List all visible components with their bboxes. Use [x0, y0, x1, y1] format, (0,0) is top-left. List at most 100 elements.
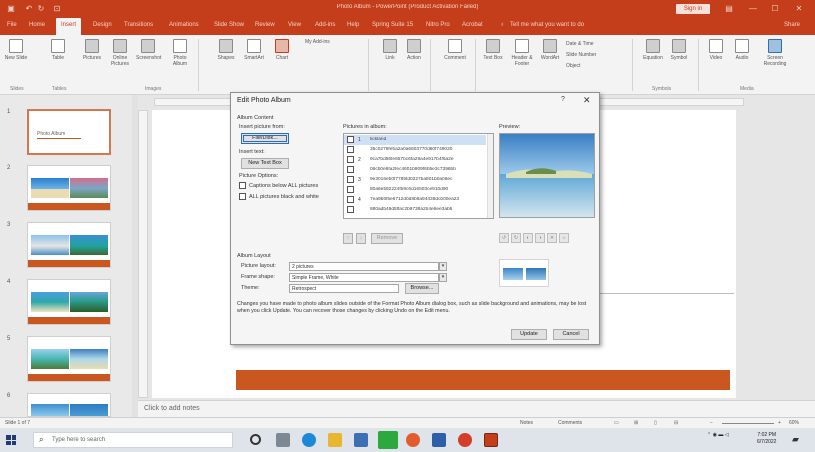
- tab-home[interactable]: Home: [29, 22, 45, 28]
- browse-button[interactable]: Browse...: [405, 283, 439, 294]
- comment-button[interactable]: Comment: [440, 39, 470, 61]
- tab-add-ins[interactable]: Add-ins: [315, 22, 335, 28]
- tab-animations[interactable]: Animations: [169, 22, 199, 28]
- brightness-down-icon[interactable]: ☼: [559, 233, 569, 243]
- online-pictures-button[interactable]: Online Pictures: [108, 39, 132, 67]
- audio-button[interactable]: Audio: [730, 39, 754, 61]
- list-item[interactable]: 880adb49d5ffac2b9738a2b4e6ee3ab6: [344, 205, 486, 215]
- chevron-down-icon[interactable]: ▾: [439, 273, 447, 282]
- list-scrollbar[interactable]: [487, 134, 493, 218]
- sign-in-button[interactable]: Sign in: [676, 4, 710, 14]
- zoom-slider[interactable]: [722, 423, 774, 424]
- list-item[interactable]: 3 9e3016eb0f7785fd0227ba801b0a06ec: [344, 175, 486, 185]
- slide-sorter-icon[interactable]: ⊞: [634, 420, 638, 426]
- list-item[interactable]: 2 9ca7bd56fe657bc6fa29a4e917b4f6a2e: [344, 155, 486, 165]
- remove-button[interactable]: Remove: [371, 233, 403, 244]
- theme-input[interactable]: Retrospect: [289, 284, 399, 293]
- zoom-out-icon[interactable]: −: [710, 420, 713, 426]
- picture-checkbox[interactable]: [347, 166, 354, 173]
- brightness-up-icon[interactable]: ☀: [547, 233, 557, 243]
- move-down-button[interactable]: ↓: [356, 233, 366, 244]
- list-item[interactable]: 06cb0e6fa2fec4601b909f6b5e3c7396bb: [344, 165, 486, 175]
- zoom-in-icon[interactable]: +: [778, 420, 781, 426]
- new-text-box-button[interactable]: New Text Box: [241, 158, 289, 169]
- table-button[interactable]: Table: [46, 39, 70, 61]
- system-tray-icons[interactable]: ⌃ ◉ ▬ ◁: [707, 432, 729, 438]
- edge-icon[interactable]: [302, 433, 316, 447]
- tab-transitions[interactable]: Transitions: [124, 22, 153, 28]
- help-button[interactable]: ?: [561, 96, 565, 103]
- notes-toggle[interactable]: Notes: [520, 420, 533, 426]
- header-footer-button[interactable]: Header & Footer: [508, 39, 536, 67]
- tab-view[interactable]: View: [288, 22, 301, 28]
- object-button[interactable]: Object: [566, 63, 626, 69]
- tab-design[interactable]: Design: [93, 22, 112, 28]
- photo-album-button[interactable]: Photo Album: [168, 39, 192, 67]
- date-time-button[interactable]: Date & Time: [566, 41, 626, 47]
- slideshow-icon[interactable]: ⊟: [674, 420, 678, 426]
- windows-start-icon[interactable]: [6, 435, 16, 445]
- slide-thumbnail-1[interactable]: Photo Album: [27, 109, 111, 155]
- slide-thumbnail-4[interactable]: [27, 279, 111, 325]
- list-item[interactable]: 80a6e592224fb9c6d16503ce910d90: [344, 185, 486, 195]
- file-disk-button[interactable]: File/Disk...: [241, 133, 289, 144]
- picture-checkbox[interactable]: [347, 186, 354, 193]
- new-slide-button[interactable]: New Slide: [4, 39, 28, 61]
- move-up-button[interactable]: ↑: [343, 233, 353, 244]
- screenshot-button[interactable]: Screenshot: [136, 39, 161, 61]
- chevron-down-icon[interactable]: ▾: [439, 262, 447, 271]
- frame-shape-select[interactable]: Simple Frame, White: [289, 273, 439, 282]
- shapes-button[interactable]: Shapes: [214, 39, 238, 61]
- pictures-button[interactable]: Pictures: [80, 39, 104, 61]
- reading-view-icon[interactable]: ▯: [654, 420, 657, 426]
- wordart-button[interactable]: WordArt: [538, 39, 562, 61]
- presenter-icon[interactable]: ⊡: [52, 4, 62, 14]
- my-add-ins-button[interactable]: My Add-ins: [305, 39, 361, 45]
- taskbar-search[interactable]: ⌕ Type here to search: [33, 432, 233, 448]
- media-app-icon[interactable]: [458, 433, 472, 447]
- tab-spring-suite[interactable]: Spring Suite 15: [372, 22, 413, 28]
- file-explorer-icon[interactable]: [328, 433, 342, 447]
- pictures-list[interactable]: 1 tickland 35c0279fe5a2a0a6603770d60f7490…: [343, 133, 494, 219]
- store-icon[interactable]: [354, 433, 368, 447]
- normal-view-icon[interactable]: ▭: [614, 420, 619, 426]
- powerpoint-taskbar-icon[interactable]: [484, 433, 498, 447]
- slide-thumbnail-6[interactable]: [27, 393, 111, 417]
- symbol-button[interactable]: Symbol: [666, 39, 692, 61]
- undo-icon[interactable]: ↶: [24, 4, 34, 14]
- black-white-checkbox[interactable]: [239, 193, 246, 200]
- picture-checkbox[interactable]: [347, 176, 354, 183]
- slide-thumbnail-5[interactable]: [27, 336, 111, 382]
- list-item[interactable]: 35c0279fe5a2a0a6603770d60f749020: [344, 145, 486, 155]
- task-view-icon[interactable]: [276, 433, 290, 447]
- maximize-icon[interactable]: ☐: [770, 4, 780, 14]
- share-button[interactable]: Share: [784, 22, 800, 28]
- smartart-button[interactable]: SmartArt: [242, 39, 266, 61]
- picture-checkbox[interactable]: [347, 206, 354, 213]
- tab-file[interactable]: File: [7, 22, 17, 28]
- chrome-icon[interactable]: [406, 433, 420, 447]
- picture-layout-select[interactable]: 2 pictures: [289, 262, 439, 271]
- mail-icon[interactable]: [432, 433, 446, 447]
- zoom-level[interactable]: 60%: [789, 420, 799, 426]
- list-item[interactable]: 1 tickland: [344, 135, 486, 145]
- captions-checkbox[interactable]: [239, 182, 246, 189]
- contrast-up-icon[interactable]: ◐: [523, 233, 533, 243]
- comments-toggle[interactable]: Comments: [558, 420, 582, 426]
- notes-pane[interactable]: Click to add notes: [138, 400, 815, 417]
- action-button[interactable]: Action: [402, 39, 426, 61]
- ribbon-display-icon[interactable]: ▤: [724, 4, 734, 14]
- rotate-right-icon[interactable]: ↻: [511, 233, 521, 243]
- tab-acrobat[interactable]: Acrobat: [462, 22, 483, 28]
- picture-checkbox[interactable]: [347, 196, 354, 203]
- tab-help[interactable]: Help: [347, 22, 359, 28]
- tab-nitro-pro[interactable]: Nitro Pro: [426, 22, 450, 28]
- picture-checkbox[interactable]: [347, 136, 354, 143]
- rotate-left-icon[interactable]: ↺: [499, 233, 509, 243]
- link-button[interactable]: Link: [378, 39, 402, 61]
- slide-number-button[interactable]: Slide Number: [566, 52, 626, 58]
- cancel-button[interactable]: Cancel: [553, 329, 589, 340]
- chart-button[interactable]: Chart: [270, 39, 294, 61]
- equation-button[interactable]: Equation: [638, 39, 668, 61]
- clock[interactable]: 7:02 PM 6/7/2022: [757, 432, 776, 446]
